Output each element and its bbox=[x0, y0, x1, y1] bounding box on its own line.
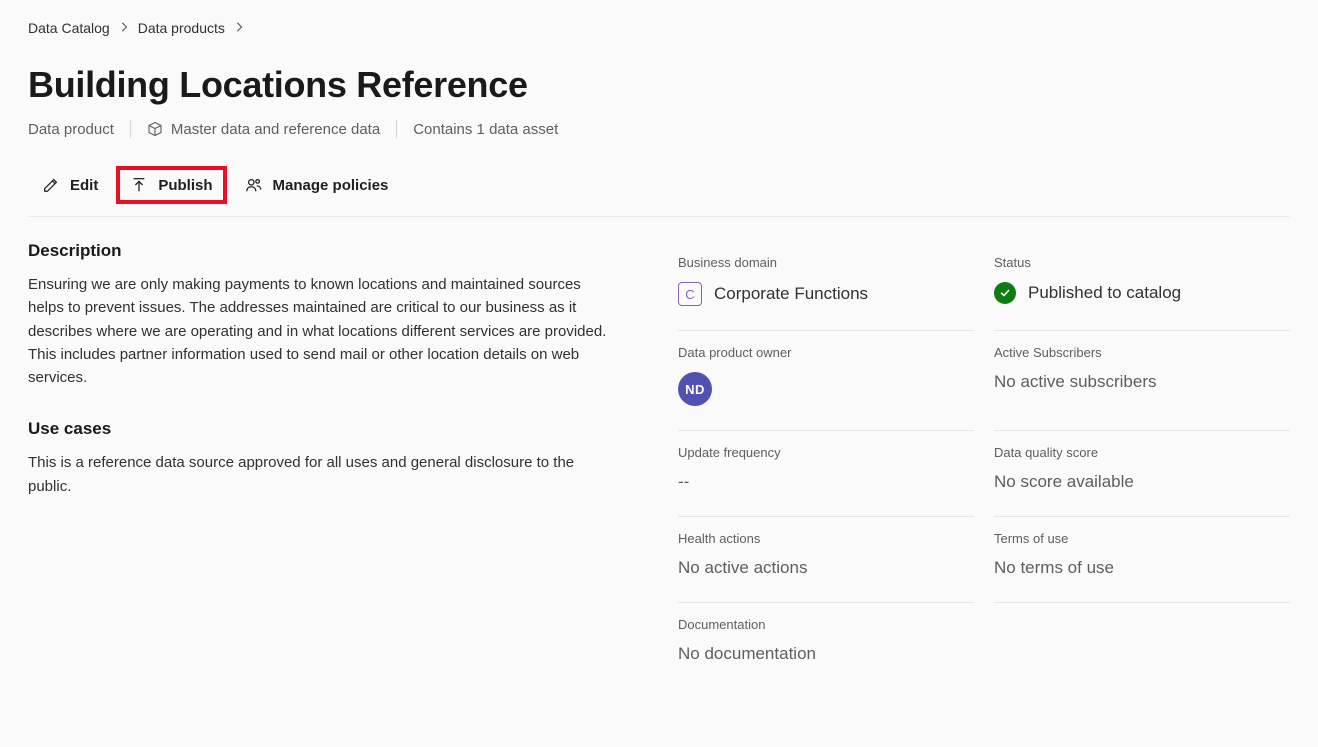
meta-category: Master data and reference data bbox=[147, 121, 380, 138]
business-domain-value: Corporate Functions bbox=[714, 284, 868, 304]
info-label: Update frequency bbox=[678, 445, 974, 460]
status-value: Published to catalog bbox=[1028, 283, 1181, 303]
publish-label: Publish bbox=[158, 177, 212, 194]
info-label: Data product owner bbox=[678, 345, 974, 360]
divider bbox=[396, 120, 397, 138]
description-body: Ensuring we are only making payments to … bbox=[28, 273, 618, 389]
info-terms-of-use: Terms of use No terms of use bbox=[994, 517, 1290, 603]
edit-label: Edit bbox=[70, 177, 98, 194]
use-cases-heading: Use cases bbox=[28, 419, 618, 439]
pencil-icon bbox=[42, 176, 60, 194]
chevron-right-icon bbox=[235, 21, 243, 35]
info-label: Data quality score bbox=[994, 445, 1290, 460]
meta-category-label: Master data and reference data bbox=[171, 121, 380, 138]
chevron-right-icon bbox=[120, 21, 128, 35]
terms-value: No terms of use bbox=[994, 558, 1290, 578]
page-title: Building Locations Reference bbox=[28, 64, 1290, 106]
info-label: Health actions bbox=[678, 531, 974, 546]
owner-avatar[interactable]: ND bbox=[678, 372, 712, 406]
info-subscribers: Active Subscribers No active subscribers bbox=[994, 331, 1290, 431]
manage-policies-button[interactable]: Manage policies bbox=[231, 166, 403, 204]
domain-badge: C bbox=[678, 282, 702, 306]
breadcrumb-section[interactable]: Data products bbox=[138, 20, 225, 36]
subscribers-value: No active subscribers bbox=[994, 372, 1290, 392]
description-heading: Description bbox=[28, 241, 618, 261]
documentation-value: No documentation bbox=[678, 644, 1290, 664]
breadcrumb-root[interactable]: Data Catalog bbox=[28, 20, 110, 36]
breadcrumb: Data Catalog Data products bbox=[28, 20, 1290, 36]
info-update-frequency: Update frequency -- bbox=[678, 431, 974, 517]
manage-policies-label: Manage policies bbox=[273, 177, 389, 194]
info-label: Terms of use bbox=[994, 531, 1290, 546]
info-label: Active Subscribers bbox=[994, 345, 1290, 360]
cube-icon bbox=[147, 121, 163, 137]
people-icon bbox=[245, 176, 263, 194]
info-health-actions: Health actions No active actions bbox=[678, 517, 974, 603]
info-business-domain: Business domain C Corporate Functions bbox=[678, 241, 974, 331]
info-label: Business domain bbox=[678, 255, 974, 270]
info-label: Documentation bbox=[678, 617, 1290, 632]
use-cases-body: This is a reference data source approved… bbox=[28, 451, 618, 498]
checkmark-circle-icon bbox=[994, 282, 1016, 304]
left-column: Description Ensuring we are only making … bbox=[28, 241, 618, 688]
edit-button[interactable]: Edit bbox=[28, 166, 112, 204]
info-status: Status Published to catalog bbox=[994, 241, 1290, 331]
info-documentation: Documentation No documentation bbox=[678, 603, 1290, 688]
dq-score-value: No score available bbox=[994, 472, 1290, 492]
publish-icon bbox=[130, 176, 148, 194]
health-actions-value: No active actions bbox=[678, 558, 974, 578]
update-frequency-value: -- bbox=[678, 472, 974, 492]
meta-asset-count: Contains 1 data asset bbox=[413, 121, 558, 138]
info-panel: Business domain C Corporate Functions St… bbox=[678, 241, 1290, 688]
meta-row: Data product Master data and reference d… bbox=[28, 120, 1290, 138]
info-label: Status bbox=[994, 255, 1290, 270]
info-dq-score: Data quality score No score available bbox=[994, 431, 1290, 517]
publish-button[interactable]: Publish bbox=[116, 166, 226, 204]
toolbar: Edit Publish Manage policies bbox=[28, 166, 1290, 217]
divider bbox=[130, 120, 131, 138]
meta-type: Data product bbox=[28, 121, 114, 138]
info-owner: Data product owner ND bbox=[678, 331, 974, 431]
